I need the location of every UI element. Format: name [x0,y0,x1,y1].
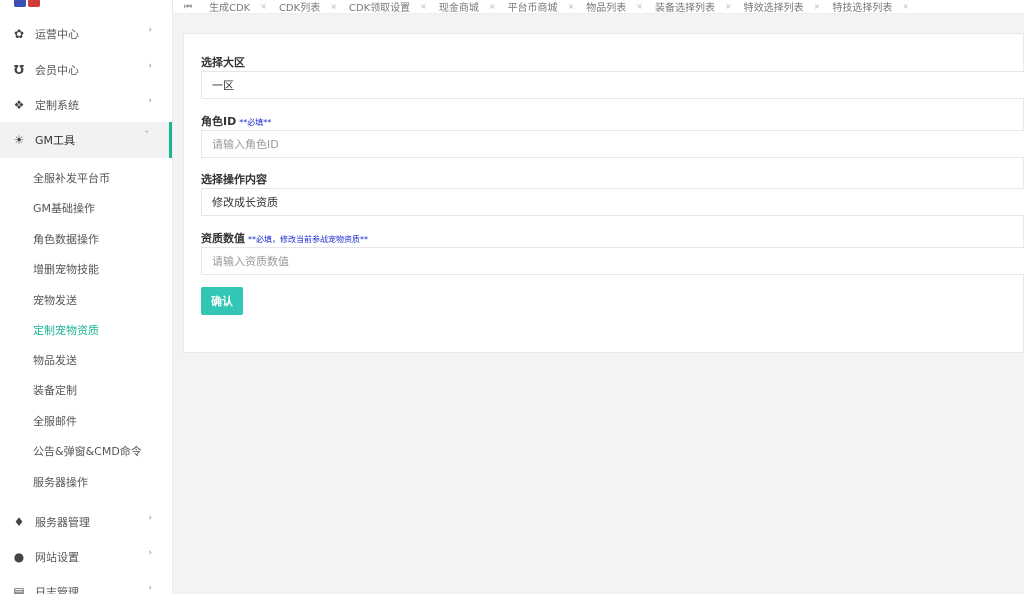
region-label: 选择大区 [201,56,245,69]
chevron-right-icon: › [148,61,152,71]
chevron-right-icon: › [148,583,152,593]
role-id-label: 角色ID **必填** [201,113,271,129]
sidebar-item-server-management[interactable]: ♦ 服务器管理 › [0,504,172,540]
sidebar-item-logs[interactable]: ▤ 日志管理 › [0,574,172,594]
sidebar-item-label: 日志管理 [35,586,79,594]
sidebar-item-label: GM工具 [35,134,76,147]
tab-label: CDK列表 [278,3,321,14]
region-select[interactable]: 一区 [201,71,1024,99]
sidebar-item-gm-tools[interactable]: ☀ GM工具 ˇ [0,122,172,158]
submenu-item[interactable]: GM基础操作 [33,202,95,216]
submenu-item[interactable]: 增删宠物技能 [33,263,99,277]
confirm-button[interactable]: 确认 [201,287,243,315]
tab-cash-mall[interactable]: 现金商城 × [433,0,502,14]
diamond-icon: ♦ [13,515,25,529]
close-icon[interactable]: × [725,2,732,11]
aptitude-label-text: 资质数值 [201,232,245,245]
submenu-item-active[interactable]: 定制宠物资质 [33,324,99,338]
chevron-right-icon: › [148,25,152,35]
sidebar-item-label: 会员中心 [35,64,79,77]
magnet-icon: Ʊ [13,63,25,77]
required-note: **必填** [239,118,272,127]
sidebar-item-members[interactable]: Ʊ 会员中心 › [0,52,172,88]
role-id-input[interactable]: 请输入角色ID [201,130,1024,158]
tab-label: CDK领取设置 [348,3,411,14]
aptitude-input[interactable]: 请输入资质数值 [201,247,1024,275]
submenu-item[interactable]: 装备定制 [33,384,77,398]
gear-icon: ✿ [13,27,25,41]
globe-icon: ● [13,550,25,564]
aptitude-label: 资质数值 **必填，修改当前参战宠物资质** [201,230,368,246]
operation-select[interactable]: 修改成长资质 [201,188,1024,216]
sidebar-item-label: 网站设置 [35,551,79,564]
close-icon[interactable]: × [489,2,496,11]
tab-label: 特技选择列表 [832,3,893,14]
close-icon[interactable]: × [902,2,909,11]
tab-generate-cdk[interactable]: 生成CDK × [203,0,273,14]
document-icon: ▤ [13,585,25,594]
sidebar-item-label: 运营中心 [35,28,79,41]
close-icon[interactable]: × [330,2,337,11]
tab-label: 现金商城 [438,3,479,14]
puzzle-icon: ❖ [13,98,25,112]
sidebar-item-label: 服务器管理 [35,516,90,529]
tab-bar: ⏮ 生成CDK × CDK列表 × CDK领取设置 × 现金商城 × 平台币商城 × 物品… [173,0,1024,14]
operation-label: 选择操作内容 [201,173,267,186]
chevron-right-icon: › [148,548,152,558]
sidebar: ✿ 运营中心 › Ʊ 会员中心 › ❖ 定制系统 › ☀ GM工具 ˇ 全服补发… [0,0,173,594]
tab-effect-select-list[interactable]: 特效选择列表 × [738,0,827,14]
tab-skill-select-list[interactable]: 特技选择列表 × [826,0,915,14]
chevron-right-icon: › [148,96,152,106]
required-note: **必填，修改当前参战宠物资质** [248,235,368,244]
tab-label: 装备选择列表 [654,3,715,14]
submenu-item[interactable]: 全服邮件 [33,415,77,429]
submenu-item[interactable]: 公告&弹窗&CMD命令 [33,445,142,459]
sidebar-item-site-settings[interactable]: ● 网站设置 › [0,539,172,575]
close-icon[interactable]: × [420,2,427,11]
tab-label: 生成CDK [209,3,251,14]
tab-platform-coin-mall[interactable]: 平台币商城 × [502,0,581,14]
lightbulb-icon: ☀ [13,133,25,147]
sidebar-item-label: 定制系统 [35,99,79,112]
tab-cdk-list[interactable]: CDK列表 × [273,0,343,14]
tab-label: 物品列表 [586,3,627,14]
tab-label: 平台币商城 [507,3,558,14]
submenu-item[interactable]: 服务器操作 [33,476,88,490]
sidebar-item-custom-system[interactable]: ❖ 定制系统 › [0,87,172,123]
chevron-down-icon: ˇ [144,131,150,141]
logo [14,0,54,7]
close-icon[interactable]: × [636,2,643,11]
close-icon[interactable]: × [568,2,575,11]
tab-item-list[interactable]: 物品列表 × [580,0,649,14]
role-id-label-text: 角色ID [201,115,237,128]
tab-label: 特效选择列表 [743,3,804,14]
form-panel: 选择大区 一区 角色ID **必填** 请输入角色ID 选择操作内容 修改成长资质… [183,33,1024,353]
tab-equipment-select-list[interactable]: 装备选择列表 × [649,0,738,14]
tab-cdk-claim-settings[interactable]: CDK领取设置 × [343,0,433,14]
chevron-right-icon: › [148,513,152,523]
submenu-item[interactable]: 物品发送 [33,354,77,368]
sidebar-item-operations[interactable]: ✿ 运营中心 › [0,16,172,52]
tab-scroll-left-icon[interactable]: ⏮ [173,2,203,12]
close-icon[interactable]: × [260,2,267,11]
submenu-item[interactable]: 全服补发平台币 [33,172,110,186]
close-icon[interactable]: × [814,2,821,11]
submenu-item[interactable]: 角色数据操作 [33,233,99,247]
submenu-item[interactable]: 宠物发送 [33,294,77,308]
